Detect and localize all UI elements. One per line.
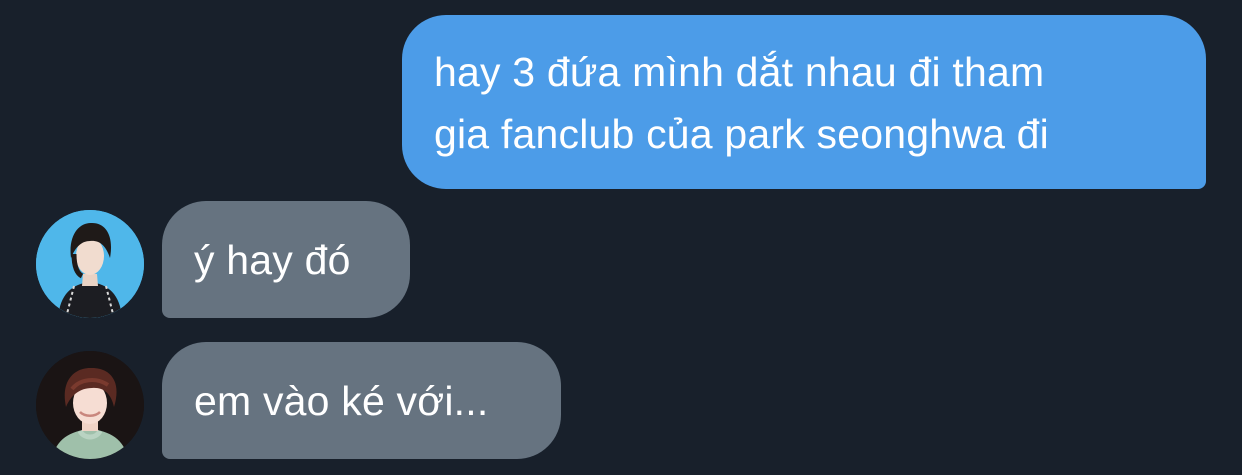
message-text: ý hay đó: [194, 236, 351, 283]
outgoing-message-bubble[interactable]: hay 3 đứa mình dắt nhau đi tham gia fanc…: [402, 15, 1206, 189]
person-avatar-icon: [36, 351, 144, 459]
message-text-line: hay 3 đứa mình dắt nhau đi tham: [434, 49, 1045, 95]
sender-avatar[interactable]: [36, 210, 144, 318]
incoming-message-bubble[interactable]: em vào ké với...: [162, 342, 561, 459]
message-text: em vào ké với...: [194, 377, 489, 424]
person-avatar-icon: [36, 210, 144, 318]
sender-avatar[interactable]: [36, 351, 144, 459]
message-text-line: gia fanclub của park seonghwa đi: [434, 111, 1049, 157]
incoming-message-bubble[interactable]: ý hay đó: [162, 201, 410, 318]
